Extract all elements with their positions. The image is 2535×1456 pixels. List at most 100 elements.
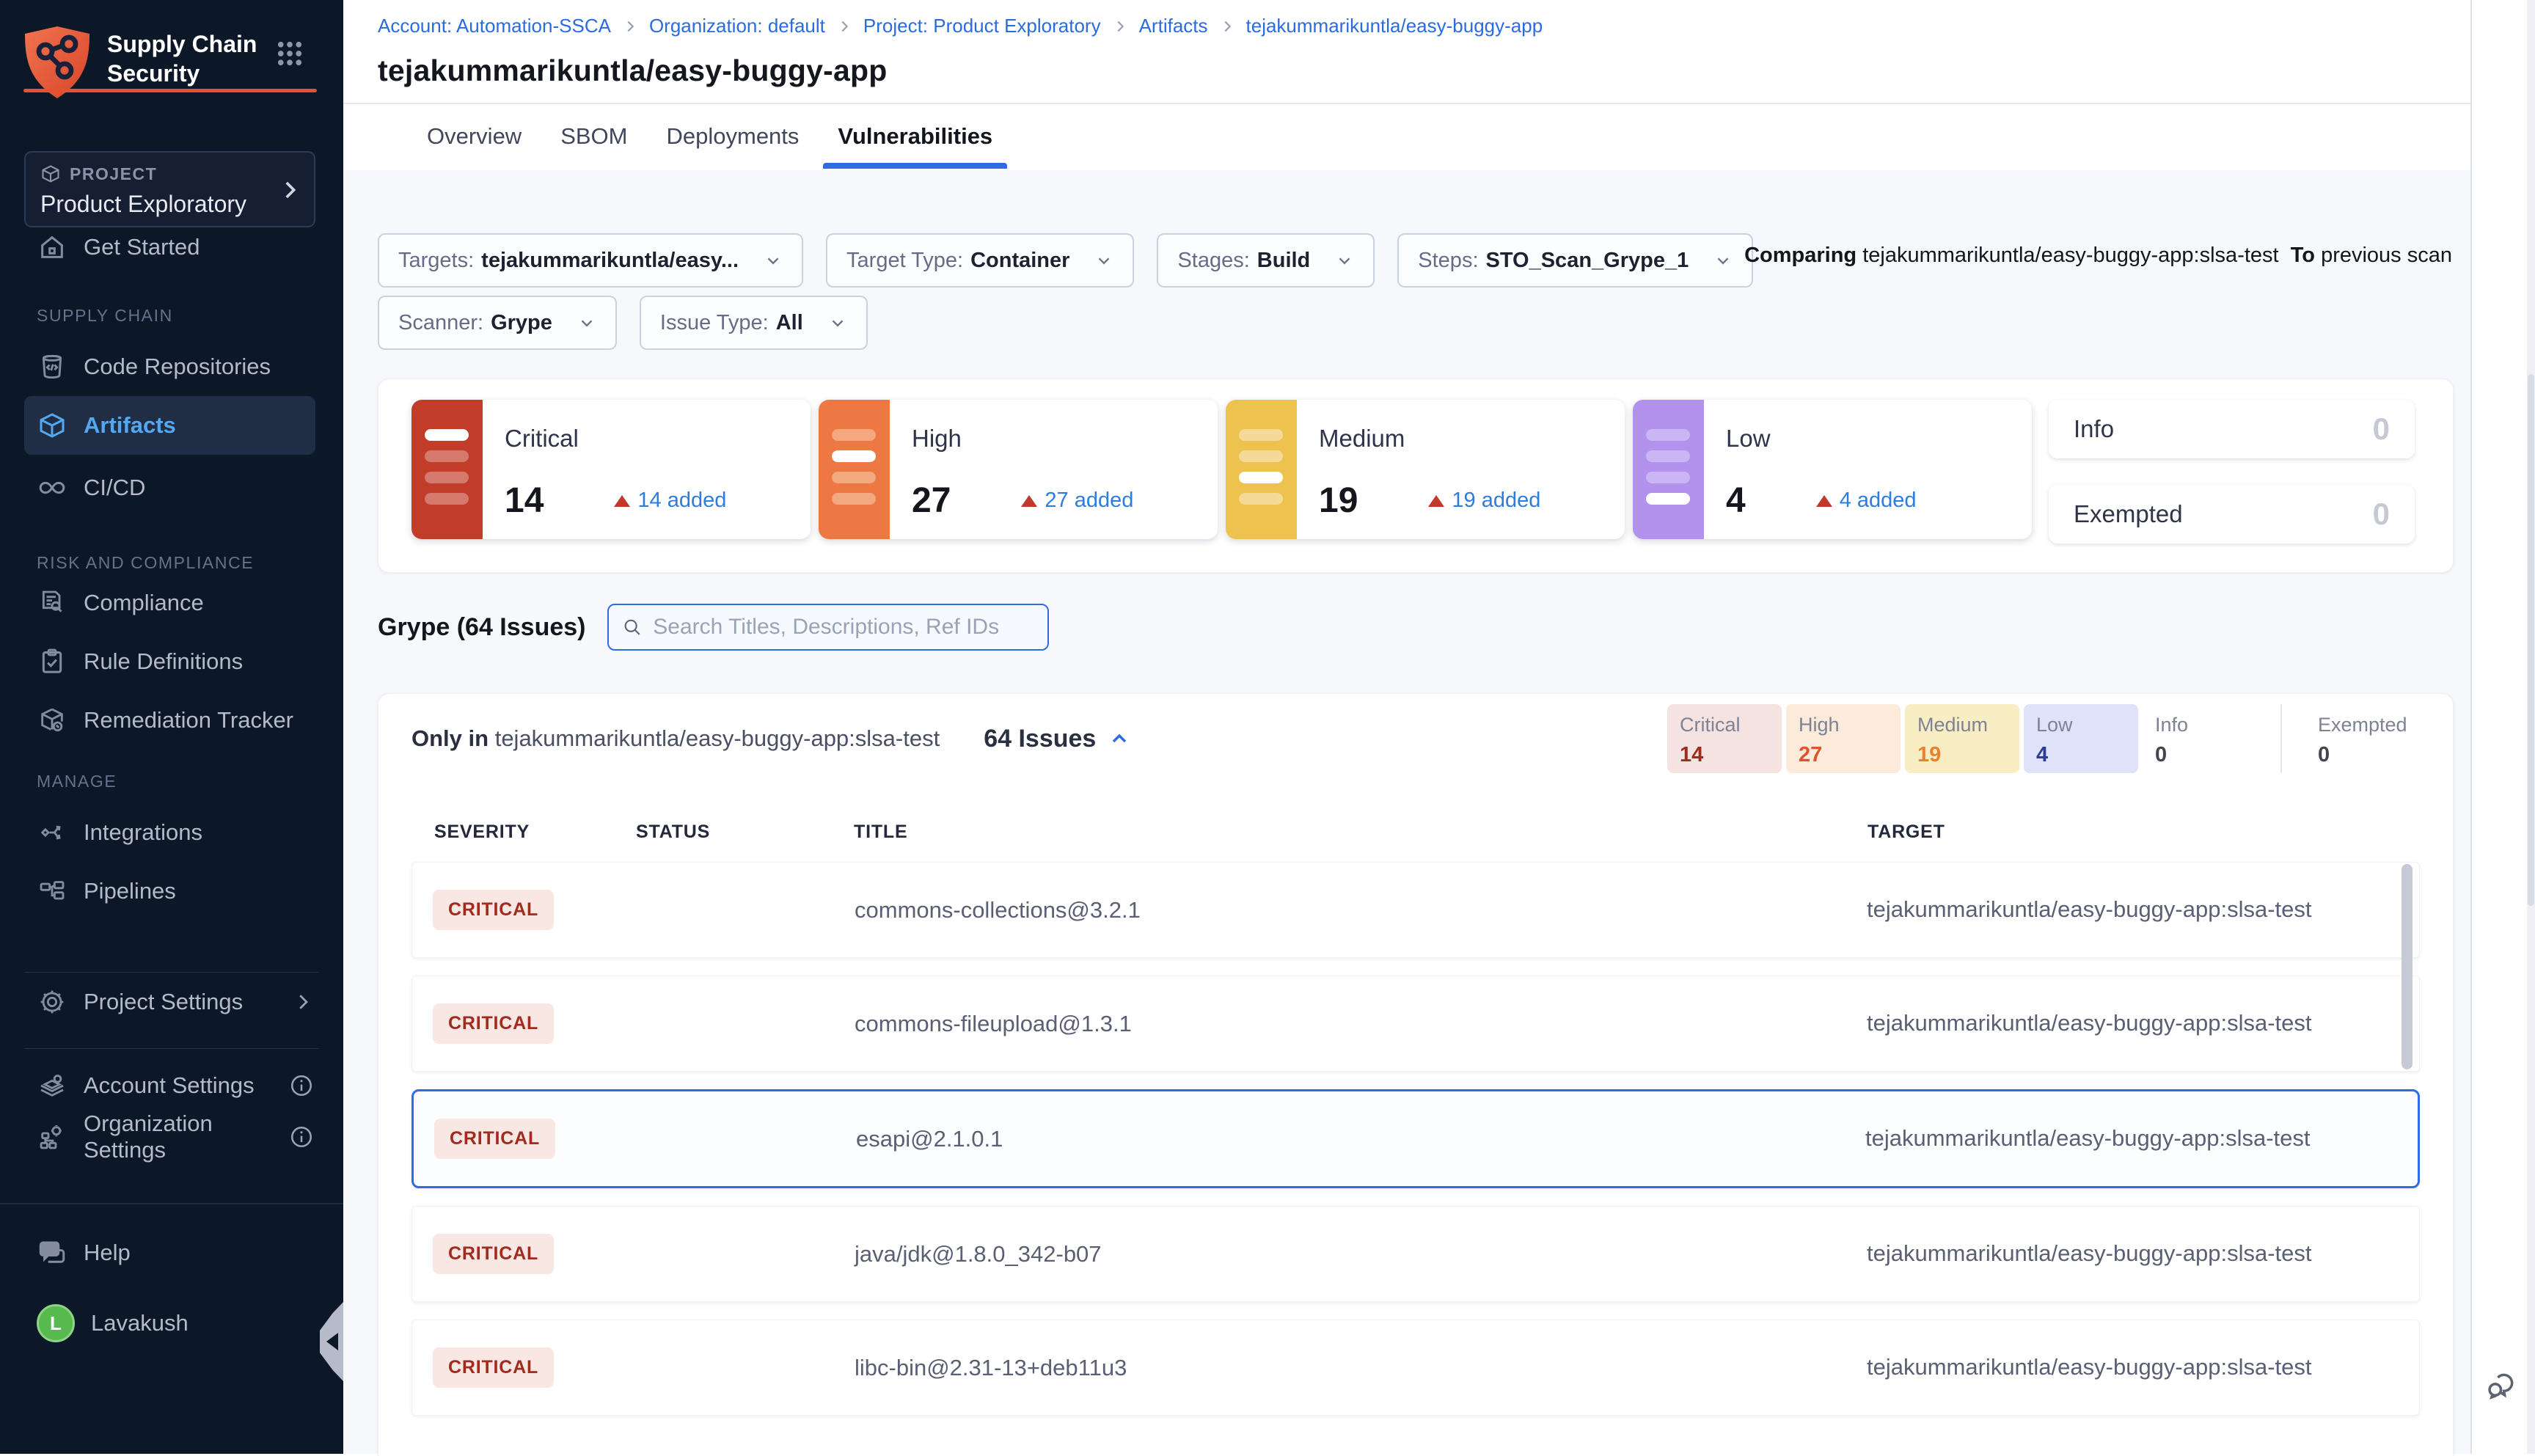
search-icon xyxy=(622,616,643,638)
table-row[interactable]: CRITICAL java/jdk@1.8.0_342-b07 tejakumm… xyxy=(411,1206,2420,1302)
tab-overview[interactable]: Overview xyxy=(424,104,524,169)
column-title: TITLE xyxy=(854,822,1868,843)
severity-badge: CRITICAL xyxy=(433,890,554,930)
tab-sbom[interactable]: SBOM xyxy=(557,104,630,169)
page-scrollbar[interactable] xyxy=(2527,0,2535,1454)
search-input[interactable] xyxy=(653,615,1034,640)
help-button[interactable]: ? Help xyxy=(0,1225,343,1281)
sidebar-item-pipelines[interactable]: Pipelines xyxy=(0,862,343,921)
sidebar-item-artifacts[interactable]: Artifacts xyxy=(24,396,315,455)
infinity-icon xyxy=(37,472,67,503)
sidebar-item-cicd[interactable]: CI/CD xyxy=(0,458,343,517)
chat-bubbles-icon[interactable] xyxy=(2485,1370,2517,1402)
chevron-right-icon xyxy=(622,18,638,34)
severity-chips: Critical14 High27 Medium19 Low4 Info0 xyxy=(1667,704,2420,773)
critical-card[interactable]: Critical 14 14 added xyxy=(411,400,811,539)
info-card[interactable]: Info 0 xyxy=(2049,400,2415,458)
avatar: L xyxy=(37,1304,75,1342)
artifacts-cube-icon xyxy=(37,410,67,441)
sidebar-item-organization-settings[interactable]: Organization Settings xyxy=(0,1111,343,1163)
row-target: tejakummarikuntla/easy-buggy-app:slsa-te… xyxy=(1867,896,2312,922)
chevron-down-icon xyxy=(1335,251,1354,270)
app-switcher-grid-icon[interactable] xyxy=(274,38,305,69)
table-scrollbar-thumb[interactable] xyxy=(2402,864,2413,1069)
collapse-arrow-icon xyxy=(326,1333,338,1350)
table-row-selected[interactable]: CRITICAL esapi@2.1.0.1 tejakummarikuntla… xyxy=(411,1089,2420,1188)
breadcrumb-organization[interactable]: Organization: default xyxy=(649,15,825,37)
sidebar-item-compliance[interactable]: Compliance xyxy=(0,574,343,632)
chip-info[interactable]: Info0 xyxy=(2143,704,2257,773)
high-bar-icon xyxy=(819,400,890,539)
sidebar-item-account-settings[interactable]: Account Settings xyxy=(0,1060,343,1111)
cube-icon xyxy=(40,164,61,184)
sidebar-item-get-started[interactable]: Get Started xyxy=(0,218,343,277)
severity-badge: CRITICAL xyxy=(434,1119,555,1159)
table-row[interactable]: CRITICAL libc-bin@2.31-13+deb11u3 tejaku… xyxy=(411,1320,2420,1416)
chip-exempted[interactable]: Exempted0 xyxy=(2305,704,2420,773)
chevron-right-icon xyxy=(1112,18,1128,34)
sidebar-item-integrations[interactable]: Integrations xyxy=(0,803,343,862)
medium-card[interactable]: Medium 19 19 added xyxy=(1226,400,1625,539)
breadcrumb-artifacts[interactable]: Artifacts xyxy=(1139,15,1208,37)
target-type-filter-dropdown[interactable]: Target Type: Container xyxy=(826,233,1134,288)
breadcrumb-project[interactable]: Project: Product Exploratory xyxy=(863,15,1101,37)
severity-summary-cards: Critical 14 14 added High 27 xyxy=(378,378,2454,573)
chevron-right-icon xyxy=(836,18,852,34)
document-search-icon xyxy=(37,588,67,618)
row-title: libc-bin@2.31-13+deb11u3 xyxy=(855,1355,1127,1380)
stages-filter-dropdown[interactable]: Stages: Build xyxy=(1157,233,1375,288)
breadcrumb-current[interactable]: tejakummarikuntla/easy-buggy-app xyxy=(1246,15,1543,37)
sidebar-item-code-repositories[interactable]: Code Repositories xyxy=(0,337,343,396)
breadcrumb-account[interactable]: Account: Automation-SSCA xyxy=(378,15,611,37)
row-title: commons-fileupload@1.3.1 xyxy=(855,1011,1132,1036)
home-icon xyxy=(37,232,67,263)
page-scrollbar-thumb[interactable] xyxy=(2528,374,2534,906)
row-target: tejakummarikuntla/easy-buggy-app:slsa-te… xyxy=(1867,1354,2312,1380)
high-card[interactable]: High 27 27 added xyxy=(819,400,1218,539)
sidebar-item-rule-definitions[interactable]: Rule Definitions xyxy=(0,632,343,691)
chip-low[interactable]: Low4 xyxy=(2024,704,2138,773)
scanner-filter-dropdown[interactable]: Scanner: Grype xyxy=(378,296,617,350)
low-card[interactable]: Low 4 4 added xyxy=(1633,400,2032,539)
sidebar-item-remediation-tracker[interactable]: Remediation Tracker xyxy=(0,691,343,750)
layers-gear-icon xyxy=(37,1070,67,1101)
project-label: PROJECT xyxy=(70,164,157,184)
low-count: 4 xyxy=(1726,480,1746,521)
targets-filter-dropdown[interactable]: Targets: tejakummarikuntla/easy... xyxy=(378,233,803,288)
integrations-icon xyxy=(37,817,67,848)
sidebar: Supply Chain Security PROJECT Product Ex… xyxy=(0,0,343,1454)
table-row[interactable]: CRITICAL commons-fileupload@1.3.1 tejaku… xyxy=(411,976,2420,1072)
chevron-right-icon xyxy=(292,991,314,1013)
right-gutter xyxy=(2470,0,2527,1454)
user-menu[interactable]: L Lavakush xyxy=(0,1295,343,1351)
table-row[interactable]: CRITICAL commons-collections@3.2.1 tejak… xyxy=(411,862,2420,958)
box-wrench-icon xyxy=(37,705,67,736)
severity-badge: CRITICAL xyxy=(433,1234,554,1274)
info-icon[interactable] xyxy=(289,1124,314,1149)
nav-section-manage: MANAGE xyxy=(0,770,343,792)
row-target: tejakummarikuntla/easy-buggy-app:slsa-te… xyxy=(1865,1125,2311,1151)
divider xyxy=(24,1048,319,1049)
medium-bar-icon xyxy=(1226,400,1297,539)
chevron-down-icon xyxy=(1713,251,1733,270)
chip-medium[interactable]: Medium19 xyxy=(1905,704,2019,773)
code-repository-icon xyxy=(37,351,67,382)
column-status: STATUS xyxy=(636,822,854,843)
filters-area: Targets: tejakummarikuntla/easy... Targe… xyxy=(378,170,2454,350)
page-header: Account: Automation-SSCA Organization: d… xyxy=(343,0,2470,104)
tab-deployments[interactable]: Deployments xyxy=(664,104,802,169)
chip-critical[interactable]: Critical14 xyxy=(1667,704,1782,773)
divider xyxy=(2280,704,2282,773)
exempted-card[interactable]: Exempted 0 xyxy=(2049,485,2415,544)
content-area: Targets: tejakummarikuntla/easy... Targe… xyxy=(343,170,2470,1454)
chevron-up-icon[interactable] xyxy=(1108,727,1131,750)
table-column-headers: SEVERITY STATUS TITLE TARGET xyxy=(411,822,2420,843)
steps-filter-dropdown[interactable]: Steps: STO_Scan_Grype_1 xyxy=(1397,233,1753,288)
chip-high[interactable]: High27 xyxy=(1786,704,1901,773)
info-icon[interactable] xyxy=(289,1073,314,1098)
tab-vulnerabilities[interactable]: Vulnerabilities xyxy=(835,104,995,169)
issues-search[interactable] xyxy=(607,604,1049,651)
page-title: tejakummarikuntla/easy-buggy-app xyxy=(378,54,2470,88)
sidebar-item-project-settings[interactable]: Project Settings xyxy=(0,973,343,1031)
issue-type-filter-dropdown[interactable]: Issue Type: All xyxy=(640,296,868,350)
